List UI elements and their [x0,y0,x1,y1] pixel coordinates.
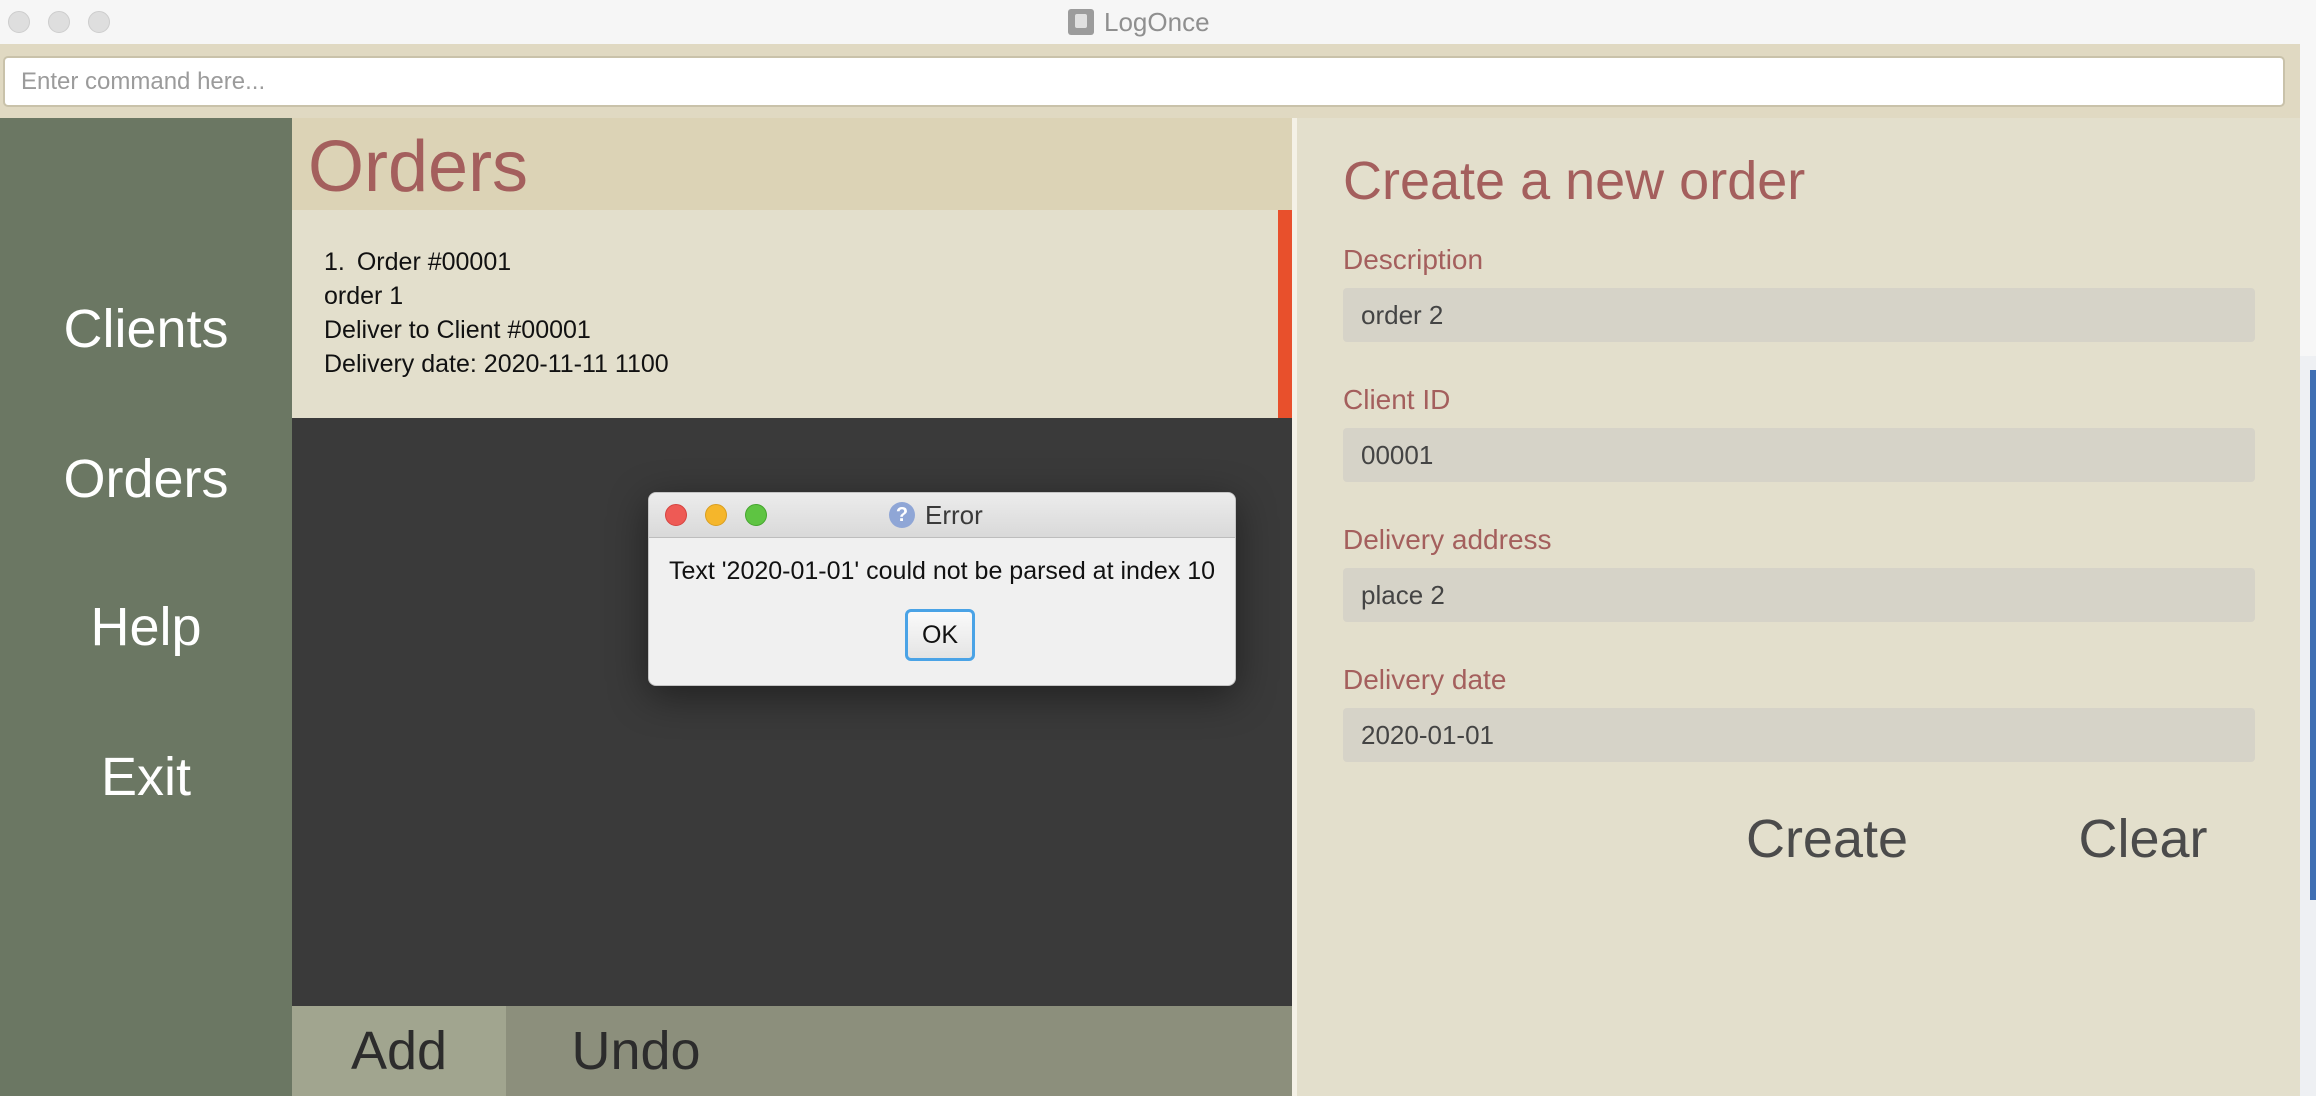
ok-button[interactable]: OK [905,609,975,661]
orders-header: Orders [292,118,1292,210]
selection-accent [1278,210,1292,418]
dialog-message: Text '2020-01-01' could not be parsed at… [668,557,1216,585]
error-dialog: ? Error Text '2020-01-01' could not be p… [648,492,1236,686]
dialog-zoom-button[interactable] [745,504,767,526]
delivery-address-field[interactable] [1343,568,2255,622]
command-bar [0,44,2300,118]
page-title: Orders [308,127,529,207]
description-field[interactable] [1343,288,2255,342]
window-minimize-button[interactable] [48,11,70,33]
window-title: LogOnce [1104,6,1210,37]
list-item[interactable]: 1. Order #00001 order 1 Deliver to Client… [292,210,1278,418]
description-label: Description [1343,244,1484,275]
dialog-title-bar: ? Error [649,493,1235,538]
sidebar-item-orders[interactable]: Orders [0,448,292,510]
order-heading: 1. Order #00001 [324,248,511,277]
create-button[interactable]: Create [1697,808,1957,870]
dialog-title-group: ? Error [889,499,983,531]
clear-button[interactable]: Clear [2013,808,2273,870]
delivery-address-label: Delivery address [1343,524,1552,555]
background-window-accent [2310,370,2316,900]
delivery-date-field[interactable] [1343,708,2255,762]
client-id-label: Client ID [1343,384,1451,415]
app-icon [1068,9,1094,35]
client-id-field[interactable] [1343,428,2255,482]
window-close-button[interactable] [8,11,30,33]
window-title-group: LogOnce [1068,6,1210,38]
title-bar: LogOnce [0,0,2300,45]
order-number: Order #00001 [356,248,512,276]
form-title: Create a new order [1343,151,1806,211]
command-input[interactable] [3,56,2285,107]
sidebar-item-exit[interactable]: Exit [0,746,292,808]
sidebar-item-help[interactable]: Help [0,596,292,658]
order-index: 1. [324,248,345,276]
dialog-minimize-button[interactable] [705,504,727,526]
undo-button[interactable]: Undo [506,1006,766,1096]
orders-action-bar: Add Undo [292,1006,1292,1096]
delivery-date-label: Delivery date [1343,664,1507,695]
app-window: LogOnce Clients Orders Help Exit Orders … [0,0,2300,1096]
sidebar-item-clients[interactable]: Clients [0,298,292,360]
order-client: Deliver to Client #00001 [324,316,591,344]
dialog-close-button[interactable] [665,504,687,526]
add-button[interactable]: Add [292,1006,506,1096]
dialog-title: Error [925,499,983,530]
order-date: Delivery date: 2020-11-11 1100 [324,350,669,378]
sidebar: Clients Orders Help Exit [0,118,292,1096]
create-order-form: Create a new order Description Client ID… [1297,118,2300,1096]
order-description: order 1 [324,282,404,310]
question-icon: ? [889,502,915,528]
window-zoom-button[interactable] [88,11,110,33]
